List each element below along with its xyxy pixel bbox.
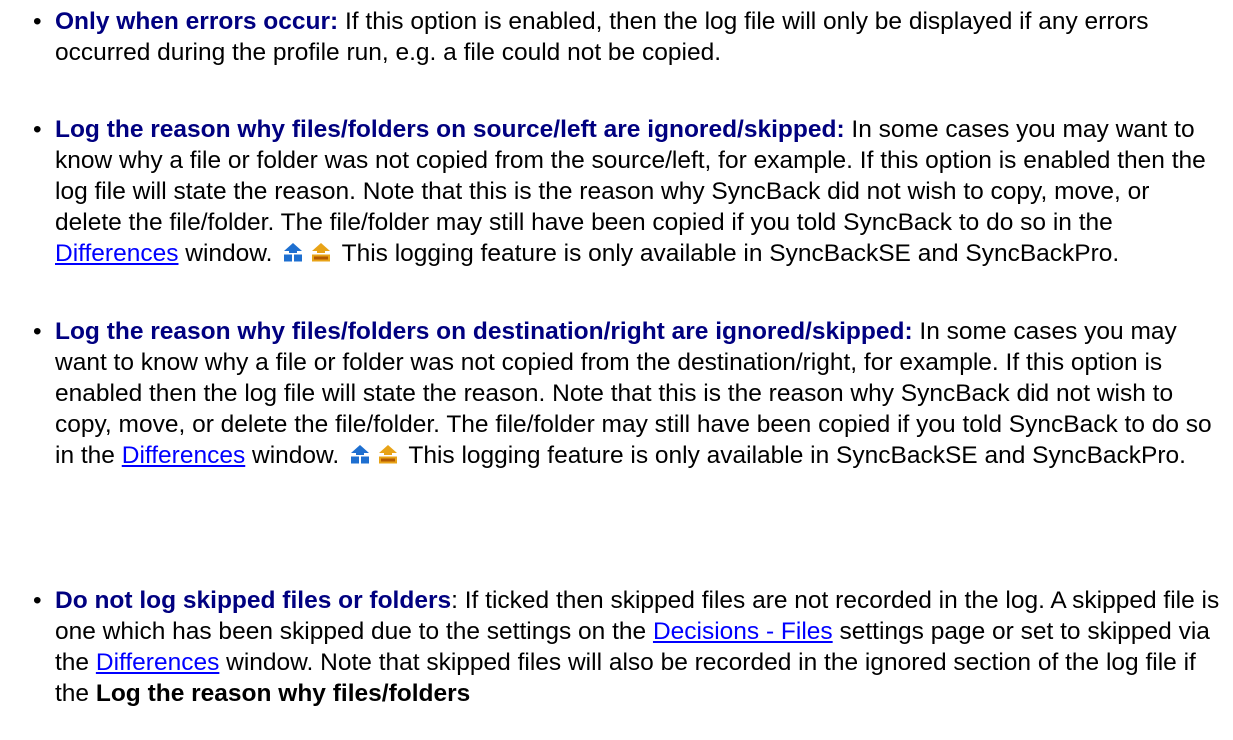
list-item-log-destination-reason: • Log the reason why files/folders on de… (33, 318, 1212, 469)
list-item-log-source-reason: • Log the reason why files/folders on so… (33, 116, 1206, 267)
differences-link[interactable]: Differences (122, 442, 245, 469)
syncback-se-icon (351, 445, 370, 464)
bullet: • (33, 8, 42, 35)
help-content: • Only when errors occur: If this option… (0, 0, 1233, 740)
list-item-only-when-errors: • Only when errors occur: If this option… (33, 6, 1220, 68)
option-term: Log the reason why files/folders on sour… (55, 116, 845, 143)
differences-link[interactable]: Differences (96, 649, 219, 676)
bullet: • (33, 587, 42, 614)
option-term: Do not log skipped files or folders (55, 587, 452, 614)
option-term: Only when errors occur: (55, 8, 339, 35)
syncback-pro-icon (312, 243, 331, 262)
option-reference: Log the reason why files/folders (95, 680, 471, 707)
bullet: • (33, 318, 42, 345)
differences-link[interactable]: Differences (55, 240, 178, 267)
bullet: • (33, 116, 42, 143)
syncback-pro-icon (379, 445, 398, 464)
option-term: Log the reason why files/folders on dest… (55, 318, 913, 345)
decisions-files-link[interactable]: Decisions - Files (653, 618, 833, 645)
list-item-do-not-log-skipped: • Do not log skipped files or folders: I… (33, 587, 1220, 707)
syncback-se-icon (284, 243, 303, 262)
